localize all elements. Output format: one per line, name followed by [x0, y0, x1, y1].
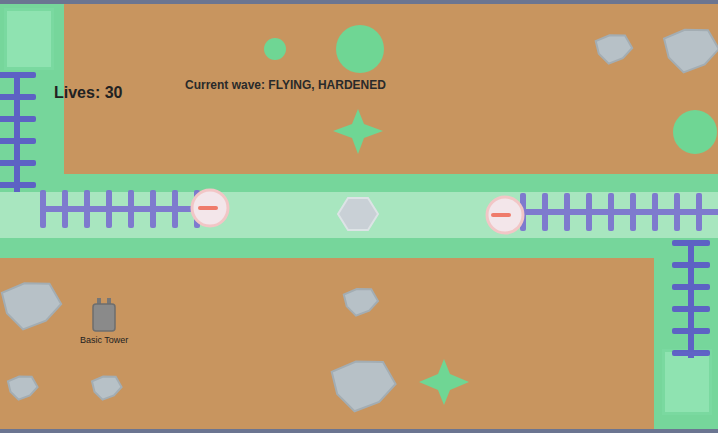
enemy-trail-icon	[672, 240, 710, 358]
tower-icon	[92, 298, 116, 332]
game-screen: Lives: 30 Current wave: FLYING, HARDENED B…	[0, 0, 718, 433]
plant-icon	[333, 109, 383, 154]
plant-icon	[419, 359, 469, 405]
enemy-icon	[487, 197, 523, 233]
rock-icon	[664, 30, 718, 73]
map-sprites	[0, 4, 718, 429]
tower-label: Basic Tower	[80, 335, 128, 345]
tower-option[interactable]: Basic Tower	[80, 298, 128, 345]
lives-counter: Lives: 30	[54, 84, 122, 102]
bush-icon	[264, 38, 286, 60]
rock-icon	[596, 35, 632, 63]
game-map[interactable]: Lives: 30 Current wave: FLYING, HARDENED B…	[0, 4, 718, 429]
wave-label: Current wave: FLYING, HARDENED	[185, 78, 386, 92]
rock-icon	[92, 377, 122, 400]
rock-icon	[2, 283, 61, 329]
enemy-icon	[192, 190, 228, 226]
enemy-trail-icon	[40, 190, 200, 228]
exit-pad	[662, 349, 712, 415]
projectile-icon	[338, 198, 378, 230]
enemy-trail-icon	[520, 193, 718, 231]
bush-icon	[336, 25, 384, 73]
rock-icon	[344, 289, 378, 316]
rock-icon	[8, 377, 38, 400]
bottom-edge	[0, 429, 718, 433]
enemy-trail-icon	[0, 72, 36, 192]
spawn-pad	[4, 8, 54, 70]
rock-icon	[332, 362, 396, 412]
bush-icon	[673, 110, 717, 154]
